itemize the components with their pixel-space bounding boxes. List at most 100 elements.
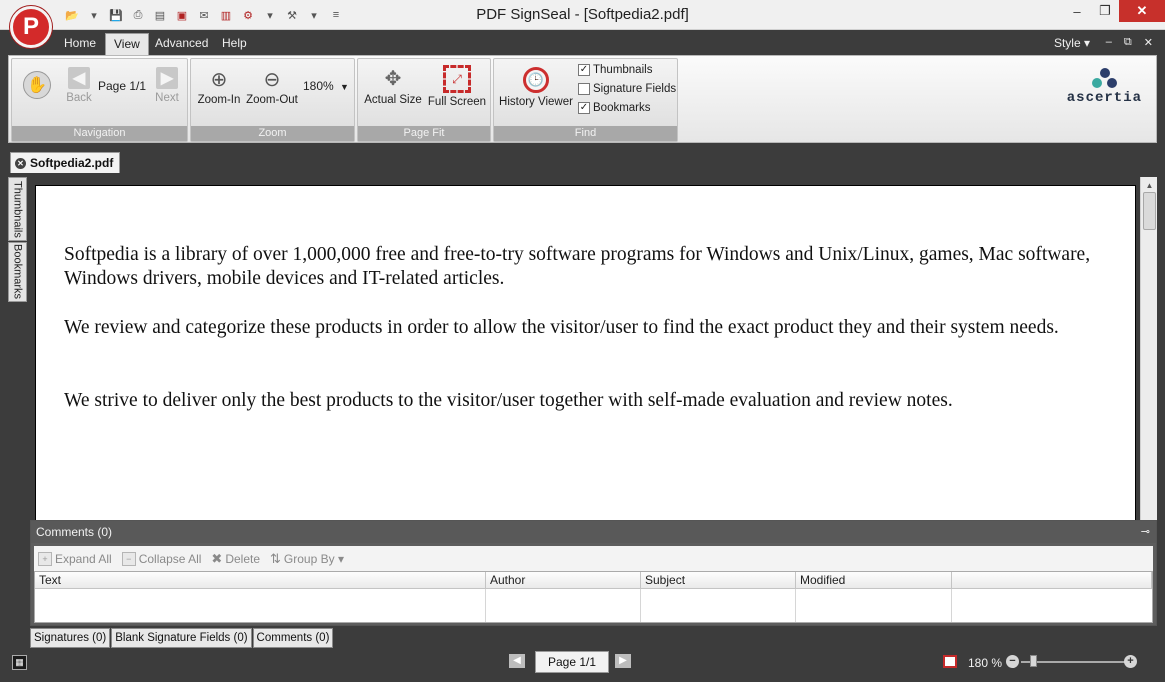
back-button[interactable]: ◀ Back — [62, 67, 96, 104]
next-button[interactable]: ▶ Next — [150, 67, 184, 104]
column-header-subject[interactable]: Subject — [641, 572, 796, 589]
zoom-in-small-icon[interactable]: + — [1124, 655, 1137, 668]
signature-fields-label: Signature Fields — [593, 83, 677, 95]
thumbnails-tab-label: Thumbnails — [11, 180, 24, 238]
tab-home[interactable]: Home — [56, 33, 104, 55]
doc-restore-button[interactable]: ⧉ — [1124, 36, 1132, 49]
column-divider — [640, 589, 641, 622]
doc-close-button[interactable]: ✕ — [1144, 36, 1153, 49]
zoom-in-button[interactable]: ⊕ Zoom-In — [195, 67, 243, 107]
app-logo-button[interactable]: P — [10, 6, 52, 48]
navigation-group-label: Navigation — [12, 126, 187, 141]
comments-header: Comments (0) ⊸ — [31, 521, 1156, 543]
column-header-text[interactable]: Text — [35, 572, 486, 589]
column-header-modified[interactable]: Modified — [796, 572, 952, 589]
history-viewer-button[interactable]: 🕒 History Viewer — [498, 67, 574, 108]
next-label: Next — [155, 92, 179, 104]
pin-icon[interactable]: ⊸ — [1141, 521, 1150, 543]
tab-blank-signature-fields[interactable]: Blank Signature Fields (0) — [111, 628, 252, 648]
group-by-icon: ⇅ — [270, 550, 281, 566]
scrollbar-thumb[interactable] — [1143, 192, 1156, 230]
expand-icon: + — [38, 551, 52, 566]
bookmarks-checkbox[interactable]: ✓ Bookmarks — [578, 102, 651, 114]
comments-panel: Comments (0) ⊸ + Expand All − Collapse A… — [30, 520, 1157, 626]
tab-view[interactable]: View — [105, 33, 149, 55]
find-group: 🕒 History Viewer ✓ Thumbnails Signature … — [493, 58, 678, 142]
close-icon[interactable]: ✕ — [15, 157, 26, 169]
zoom-out-button[interactable]: ⊖ Zoom-Out — [245, 67, 299, 107]
status-bar: ▦ ◀ Page 1/1 ▶ 180 % − + — [0, 648, 1165, 682]
document-tab-strip: ✕ Softpedia2.pdf — [0, 143, 1165, 173]
status-icon[interactable]: ▦ — [12, 655, 27, 670]
zoom-in-icon: ⊕ — [210, 68, 228, 91]
signature-fields-checkbox[interactable]: Signature Fields — [578, 83, 676, 95]
maximize-button[interactable]: ❐ — [1091, 0, 1119, 22]
delete-button[interactable]: ✖ Delete — [211, 551, 260, 567]
page-number-box[interactable]: Page 1/1 — [535, 651, 609, 673]
tab-advanced[interactable]: Advanced — [147, 33, 216, 55]
paragraph: We strive to deliver only the best produ… — [64, 390, 953, 411]
style-menu[interactable]: Style ▾ — [1054, 36, 1090, 50]
comments-toolbar: + Expand All − Collapse All ✖ Delete ⇅ G… — [34, 546, 1153, 571]
document-tab-label: Softpedia2.pdf — [30, 156, 114, 170]
zoom-slider-thumb[interactable] — [1029, 655, 1037, 667]
thumbnails-checkbox[interactable]: ✓ Thumbnails — [578, 64, 652, 76]
checkbox-unchecked-icon — [578, 83, 590, 95]
ribbon-tab-bar: Home View Advanced Help Style ▾ – ⧉ ✕ — [0, 30, 1165, 55]
tab-signatures[interactable]: Signatures (0) — [30, 628, 111, 648]
zoom-value: 180% — [303, 79, 334, 93]
fit-page-icon[interactable] — [943, 655, 957, 668]
full-screen-button[interactable]: ⤢ Full Screen — [426, 65, 488, 108]
collapse-all-label: Collapse All — [138, 551, 202, 566]
zoom-out-small-icon[interactable]: − — [1006, 655, 1019, 668]
hand-tool-button[interactable]: ✋ — [21, 71, 53, 102]
brand-name: ascertia — [1066, 90, 1142, 106]
ribbon: ✋ ◀ Back Page 1/1 ▶ Next Navigation ⊕ Zo… — [8, 55, 1157, 143]
arrow-left-icon: ◀ — [68, 67, 90, 89]
thumbnails-label: Thumbnails — [593, 64, 653, 76]
paragraph: Softpedia is a library of over 1,000,000… — [64, 244, 1091, 289]
doc-minimize-button[interactable]: – — [1106, 36, 1112, 49]
paragraph: We review and categorize these products … — [64, 317, 1059, 338]
zoom-group-label: Zoom — [191, 126, 354, 141]
tab-bookmarks[interactable]: Bookmarks — [8, 242, 27, 302]
document-viewer[interactable]: Softpedia is a library of over 1,000,000… — [30, 177, 1157, 520]
page-fit-group: ✥ Actual Size ⤢ Full Screen Page Fit — [357, 58, 491, 142]
ascertia-logo: ascertia — [1067, 68, 1142, 106]
expand-all-label: Expand All — [55, 551, 112, 566]
actual-size-button[interactable]: ✥ Actual Size — [364, 65, 422, 107]
actual-size-label: Actual Size — [364, 94, 422, 106]
column-divider — [795, 589, 796, 622]
previous-page-button[interactable]: ◀ — [509, 654, 525, 668]
checkbox-checked-icon: ✓ — [578, 102, 590, 114]
delete-label: Delete — [225, 551, 261, 566]
window-controls: – ❐ ✕ — [1063, 0, 1165, 22]
expand-all-button[interactable]: + Expand All — [38, 551, 112, 566]
group-by-label: Group By ▾ — [283, 551, 344, 566]
tab-comments[interactable]: Comments (0) — [252, 628, 334, 648]
column-header-blank — [952, 572, 1152, 589]
zoom-out-label: Zoom-Out — [246, 94, 298, 106]
document-window-controls: – ⧉ ✕ — [1106, 36, 1153, 49]
find-group-label: Find — [494, 126, 677, 141]
tab-help[interactable]: Help — [214, 33, 255, 55]
tab-thumbnails[interactable]: Thumbnails — [8, 177, 27, 241]
collapse-icon: − — [121, 551, 136, 566]
actual-size-icon: ✥ — [384, 67, 402, 90]
zoom-group: ⊕ Zoom-In ⊖ Zoom-Out 180% ▼ Zoom — [190, 58, 355, 142]
title-bar: P 📂 ▾ 💾 ⎙ ▤ ▣ ✉ ▥ ⚙ ▾ ⚒ ▾ ≡ PDF SignSeal… — [0, 0, 1165, 48]
document-tab[interactable]: ✕ Softpedia2.pdf — [10, 152, 121, 173]
comments-title: Comments (0) — [36, 525, 113, 539]
collapse-all-button[interactable]: − Collapse All — [121, 551, 202, 566]
column-header-author[interactable]: Author — [486, 572, 641, 589]
zoom-select[interactable]: 180% ▼ — [303, 79, 349, 93]
close-button[interactable]: ✕ — [1119, 0, 1165, 22]
minimize-button[interactable]: – — [1063, 0, 1091, 22]
bookmarks-tab-label: Bookmarks — [11, 244, 24, 300]
next-page-button[interactable]: ▶ — [615, 654, 631, 668]
group-by-button[interactable]: ⇅ Group By ▾ — [270, 551, 344, 567]
page-fit-group-label: Page Fit — [358, 126, 490, 141]
navigation-group: ✋ ◀ Back Page 1/1 ▶ Next Navigation — [11, 58, 188, 142]
vertical-scrollbar[interactable]: ▲ — [1140, 177, 1157, 520]
comments-table: Text Author Subject Modified — [34, 571, 1153, 623]
